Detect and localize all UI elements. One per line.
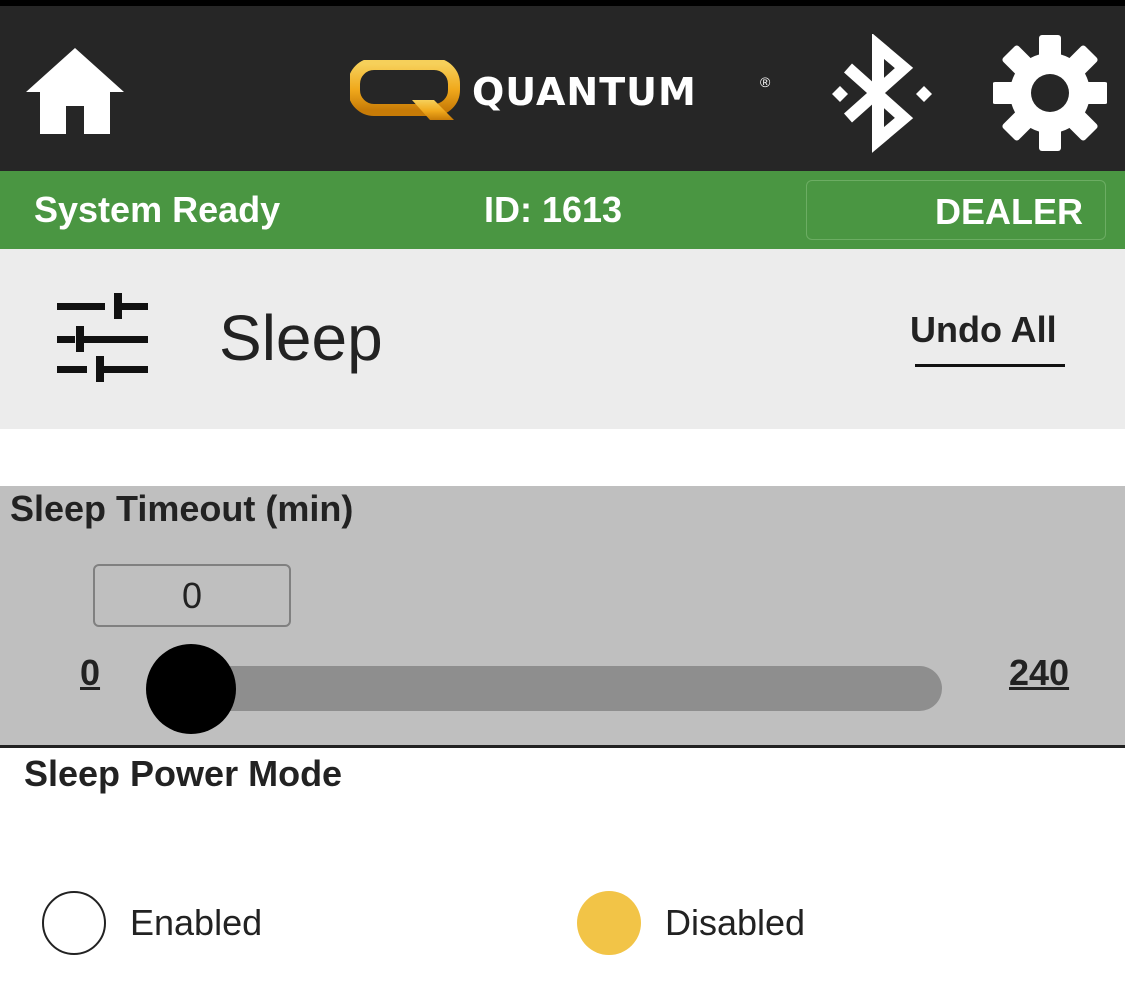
- undo-underline: [915, 364, 1065, 367]
- quantum-logo: QUANTUM ®: [350, 58, 778, 128]
- device-id: ID: 1613: [484, 189, 623, 230]
- page-header: Sleep Undo All: [0, 249, 1125, 429]
- disabled-radio[interactable]: [577, 891, 641, 955]
- registered-mark-icon: ®: [760, 74, 771, 90]
- enabled-radio[interactable]: [42, 891, 106, 955]
- system-status: System Ready: [34, 189, 281, 230]
- sliders-icon: [57, 293, 148, 382]
- app-header: QUANTUM ®: [0, 6, 1125, 171]
- disabled-label[interactable]: Disabled: [665, 902, 805, 944]
- home-button[interactable]: [24, 44, 126, 136]
- bluetooth-button[interactable]: [828, 33, 934, 154]
- sleep-timeout-slider[interactable]: [146, 644, 942, 734]
- range-max-label[interactable]: 240: [1009, 652, 1069, 694]
- undo-all-label: Undo All: [910, 309, 1057, 350]
- undo-all-button[interactable]: Undo All: [906, 307, 1071, 369]
- range-min-label[interactable]: 0: [80, 652, 100, 694]
- brand-name: QUANTUM: [472, 70, 697, 114]
- settings-button[interactable]: [992, 34, 1108, 152]
- q-logo-mark: [350, 60, 460, 120]
- enabled-label[interactable]: Enabled: [130, 902, 262, 944]
- gear-icon: [992, 35, 1108, 151]
- dealer-button[interactable]: DEALER: [806, 180, 1106, 240]
- page-title: Sleep: [219, 302, 383, 374]
- sleep-timeout-label: Sleep Timeout (min): [10, 488, 354, 529]
- status-bar: System Ready ID: 1613 DEALER: [0, 171, 1125, 249]
- sleep-timeout-section: Sleep Timeout (min) 0 240: [0, 486, 1125, 748]
- sleep-timeout-input[interactable]: [93, 564, 291, 627]
- slider-thumb[interactable]: [146, 644, 236, 734]
- home-icon: [26, 48, 124, 134]
- dealer-label: DEALER: [934, 191, 1083, 232]
- sleep-power-mode-label: Sleep Power Mode: [24, 753, 343, 794]
- bluetooth-icon: [832, 33, 932, 153]
